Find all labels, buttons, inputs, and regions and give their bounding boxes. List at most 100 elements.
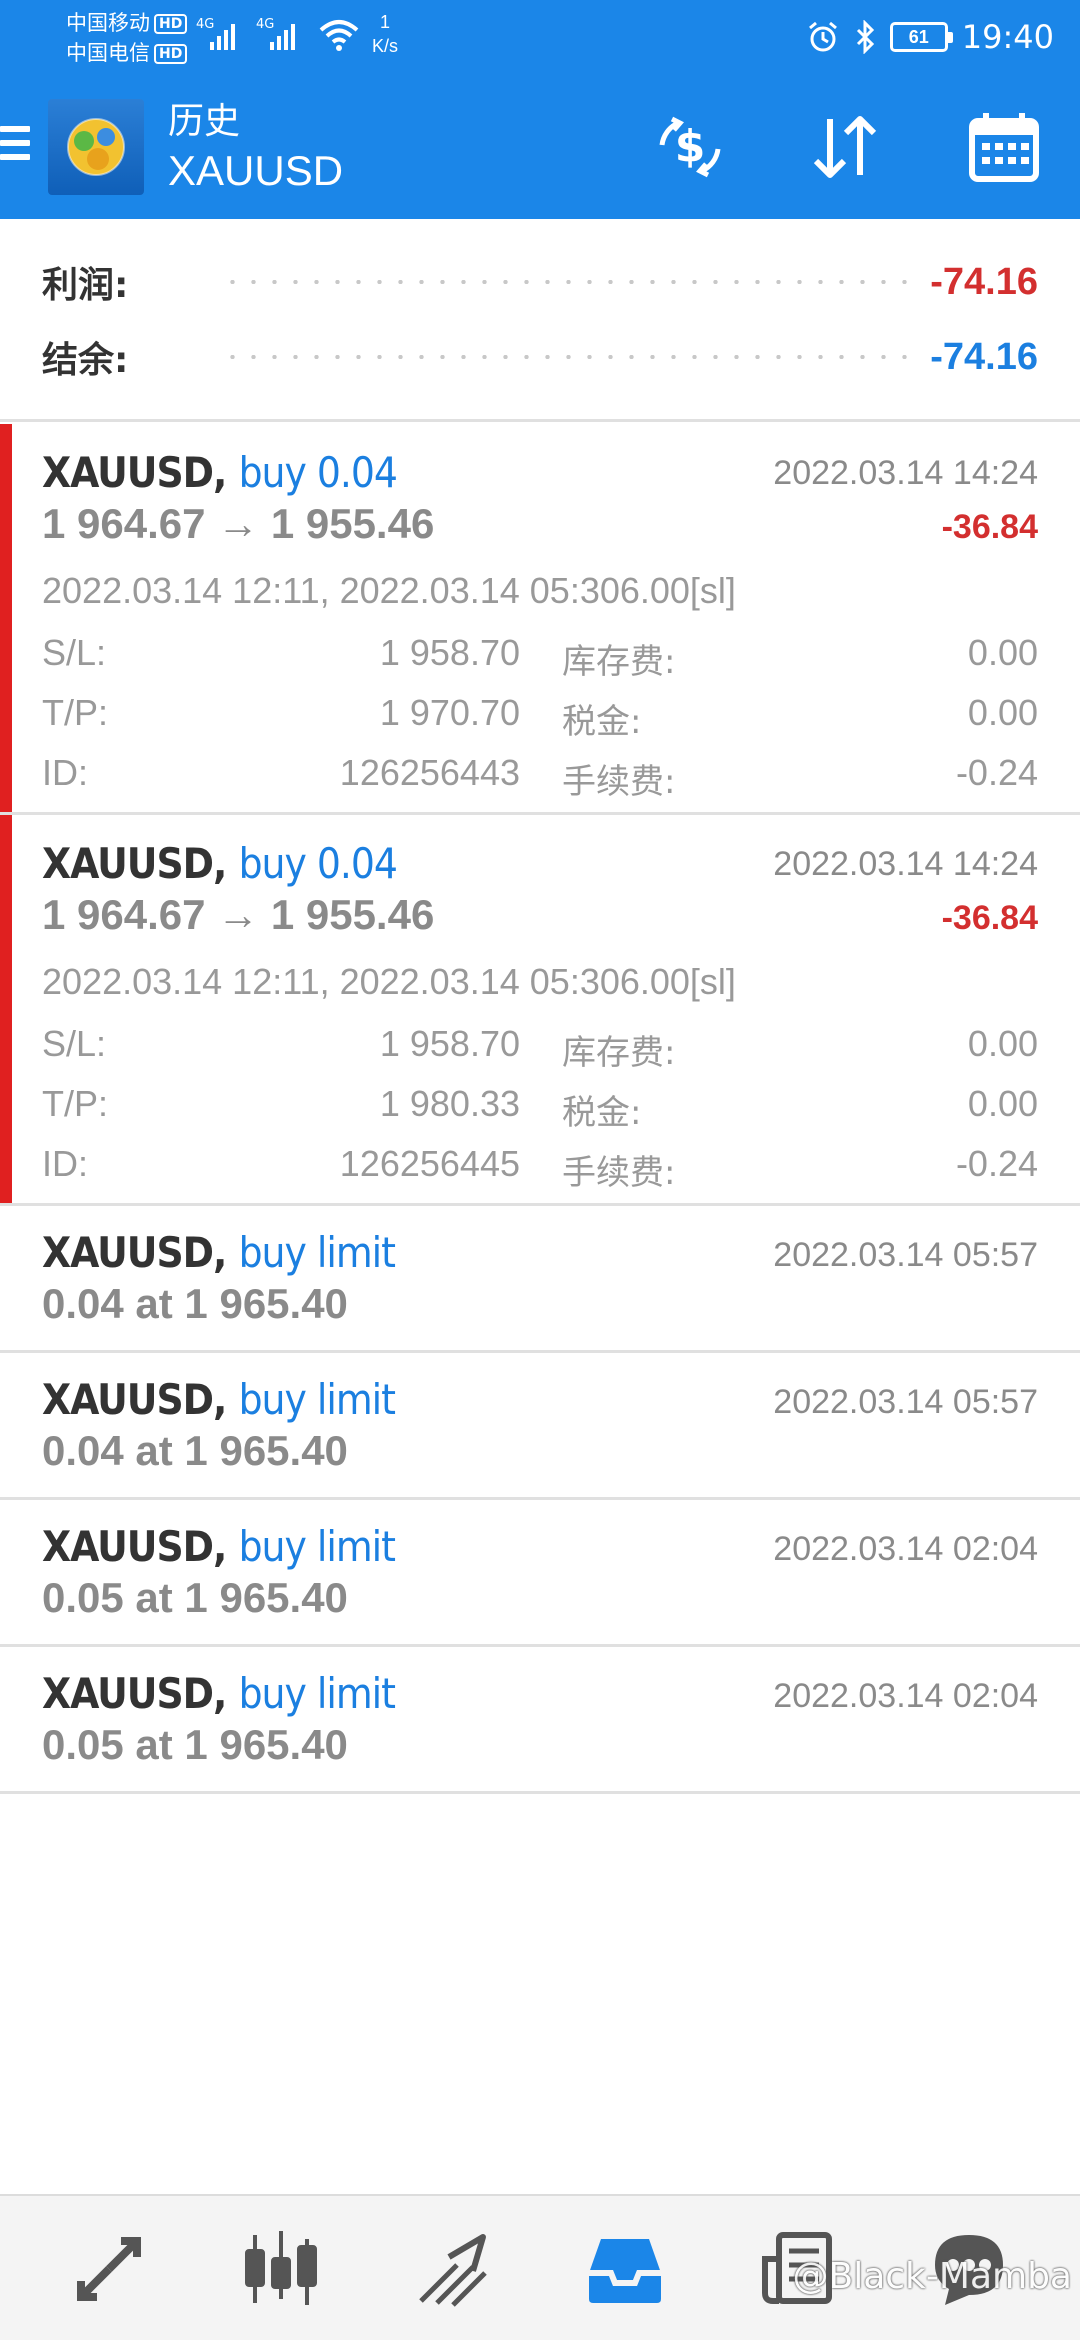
order-volume-price: 0.05 at 1 965.40 — [42, 1721, 348, 1768]
deal-symbol: XAUUSD, buy 0.04 — [42, 448, 398, 497]
swap-label: 库存费: — [562, 642, 676, 682]
order-symbol: XAUUSD, buy limit — [42, 1228, 396, 1277]
history-icon[interactable] — [540, 2196, 710, 2340]
fee-value: -0.24 — [955, 752, 1038, 793]
order-time: 2022.03.14 05:57 — [773, 1383, 1038, 1421]
balance-label: 结余: — [42, 340, 129, 381]
page-title: 历史 — [168, 101, 241, 142]
order-type: buy limit — [238, 1669, 396, 1718]
order-item[interactable]: XAUUSD, buy limit 2022.03.14 02:04 0.05 … — [0, 1647, 1080, 1794]
deal-symbol: XAUUSD, buy 0.04 — [42, 839, 398, 888]
app-bar: 历史 XAUUSD $ — [0, 75, 1080, 219]
battery-level: 61 — [908, 26, 929, 47]
network-type-2: 4G — [256, 17, 274, 32]
id-label: ID: — [42, 1143, 89, 1184]
trade-icon[interactable] — [368, 2196, 538, 2340]
order-symbol: XAUUSD, buy limit — [42, 1375, 396, 1424]
tp-value: 1 980.33 — [379, 1083, 520, 1124]
tp-label: T/P: — [42, 1083, 109, 1124]
deal-prices: 1 964.67 → 1 955.46 — [42, 500, 435, 547]
tax-value: 0.00 — [967, 692, 1038, 733]
tp-label: T/P: — [42, 692, 109, 733]
deal-profit: -36.84 — [941, 899, 1038, 937]
id-value: 126256445 — [339, 1143, 520, 1184]
status-bar: 中国移动 HD 中国电信 HD 4G 4G 1 K/s 61 19:40 — [0, 0, 1080, 75]
battery-indicator: 61 — [889, 22, 953, 52]
sort-icon[interactable] — [802, 105, 886, 189]
history-summary: 利润: -74.16 结余: -74.16 — [0, 219, 1080, 422]
order-time: 2022.03.14 02:04 — [773, 1677, 1038, 1715]
loss-indicator-bar — [0, 815, 12, 1203]
wifi-icon — [319, 20, 359, 51]
order-type: buy limit — [238, 1522, 396, 1571]
order-volume-price: 0.04 at 1 965.40 — [42, 1280, 348, 1327]
order-type: buy limit — [238, 1228, 396, 1277]
currency-exchange-icon[interactable]: $ — [648, 105, 732, 189]
deal-time: 2022.03.14 14:24 — [773, 845, 1038, 883]
calendar-icon[interactable] — [962, 105, 1046, 189]
order-symbol: XAUUSD, buy limit — [42, 1669, 396, 1718]
carriers: 中国移动 HD 中国电信 HD — [66, 8, 188, 68]
profit-label: 利润: — [42, 265, 129, 306]
dotted-leader — [222, 355, 915, 359]
deal-prices: 1 964.67 → 1 955.46 — [42, 891, 435, 938]
id-label: ID: — [42, 752, 89, 793]
profit-value: -74.16 — [930, 260, 1038, 303]
order-volume-price: 0.05 at 1 965.40 — [42, 1574, 348, 1621]
menu-icon[interactable] — [0, 126, 30, 166]
deal-type: buy 0.04 — [238, 839, 398, 888]
svg-text:$: $ — [675, 121, 706, 172]
deal-item[interactable]: XAUUSD, buy 0.04 2022.03.14 14:24 1 964.… — [0, 815, 1080, 1206]
symbol-subtitle: XAUUSD — [168, 147, 344, 194]
order-type: buy limit — [238, 1375, 396, 1424]
tax-value: 0.00 — [967, 1083, 1038, 1124]
balance-row: 结余: -74.16 — [42, 327, 1038, 387]
speed-value: 1 — [380, 12, 391, 32]
fee-label: 手续费: — [562, 762, 676, 802]
deal-profit: -36.84 — [941, 508, 1038, 546]
swap-label: 库存费: — [562, 1033, 676, 1073]
alarm-icon — [808, 21, 837, 52]
order-item[interactable]: XAUUSD, buy limit 2022.03.14 02:04 0.05 … — [0, 1500, 1080, 1647]
deal-item[interactable]: XAUUSD, buy 0.04 2022.03.14 14:24 1 964.… — [0, 424, 1080, 815]
swap-value: 0.00 — [967, 632, 1038, 673]
order-time: 2022.03.14 05:57 — [773, 1236, 1038, 1274]
chart-icon[interactable] — [196, 2196, 366, 2340]
fee-label: 手续费: — [562, 1153, 676, 1193]
deal-time: 2022.03.14 14:24 — [773, 454, 1038, 492]
carrier-1: 中国移动 — [66, 11, 150, 35]
signal-icon: 4G — [196, 17, 235, 50]
order-volume-price: 0.04 at 1 965.40 — [42, 1427, 348, 1474]
fee-value: -0.24 — [955, 1143, 1038, 1184]
deal-dates: 2022.03.14 12:11, 2022.03.14 05:306.00[s… — [42, 961, 736, 1002]
dotted-leader — [222, 280, 915, 284]
carrier-2: 中国电信 — [66, 41, 150, 65]
loss-indicator-bar — [0, 424, 12, 812]
quotes-icon[interactable] — [24, 2196, 194, 2340]
balance-value: -74.16 — [930, 335, 1038, 378]
deal-dates: 2022.03.14 12:11, 2022.03.14 05:306.00[s… — [42, 570, 736, 611]
order-symbol: XAUUSD, buy limit — [42, 1522, 396, 1571]
watermark: @Black-Mamba — [792, 2256, 1073, 2297]
profit-row: 利润: -74.16 — [42, 252, 1038, 312]
id-value: 126256443 — [339, 752, 520, 793]
sl-label: S/L: — [42, 1023, 107, 1064]
order-item[interactable]: XAUUSD, buy limit 2022.03.14 05:57 0.04 … — [0, 1206, 1080, 1353]
tp-value: 1 970.70 — [379, 692, 520, 733]
sl-label: S/L: — [42, 632, 107, 673]
signal-icon: 4G — [256, 17, 295, 50]
clock: 19:40 — [961, 18, 1054, 56]
hd-badge: HD — [154, 44, 188, 64]
network-speed: 1 K/s — [372, 10, 398, 58]
order-time: 2022.03.14 02:04 — [773, 1530, 1038, 1568]
bottom-navigation: @Black-Mamba — [0, 2194, 1080, 2340]
order-item[interactable]: XAUUSD, buy limit 2022.03.14 05:57 0.04 … — [0, 1353, 1080, 1500]
deal-type: buy 0.04 — [238, 448, 398, 497]
speed-unit: K/s — [372, 36, 399, 56]
network-type-1: 4G — [196, 17, 214, 32]
app-logo — [48, 99, 144, 195]
tax-label: 税金: — [562, 702, 642, 742]
sl-value: 1 958.70 — [379, 632, 520, 673]
sl-value: 1 958.70 — [379, 1023, 520, 1064]
bluetooth-icon — [856, 20, 874, 54]
